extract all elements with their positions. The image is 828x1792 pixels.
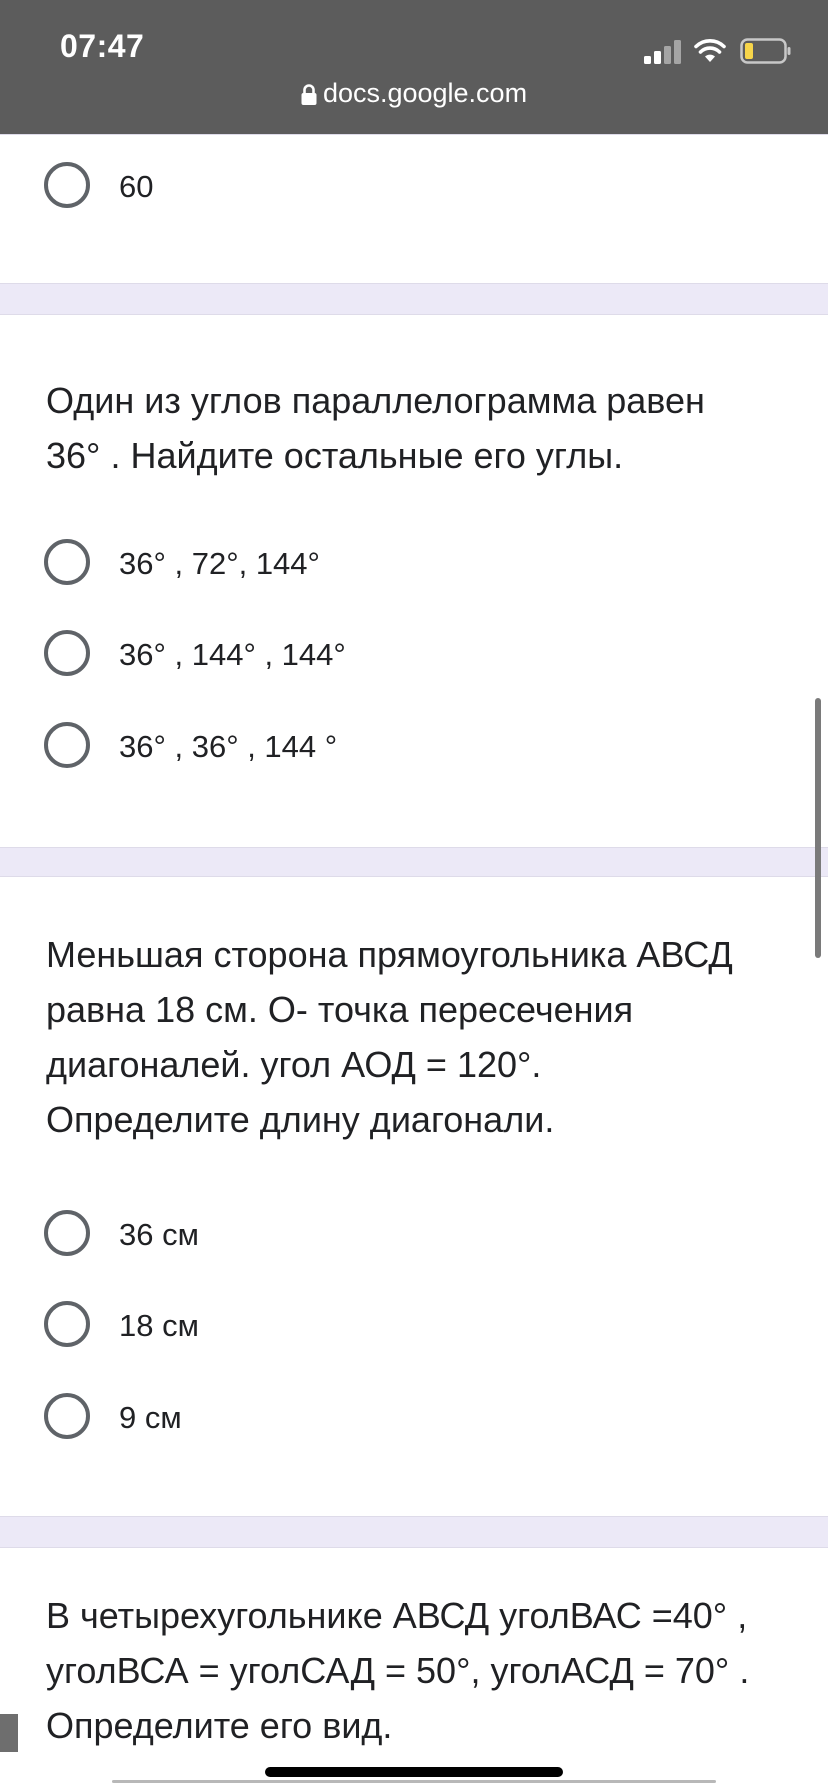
question-card-quadrilateral: В четырехугольнике АВСД уголВАС =40° , у…	[0, 1547, 828, 1792]
radio-button[interactable]	[44, 1210, 90, 1256]
radio-button[interactable]	[44, 1393, 90, 1439]
lock-icon	[301, 84, 317, 105]
option-label: 36° , 144° , 144°	[119, 637, 346, 672]
battery-icon	[740, 38, 791, 64]
question-line: уголВСА = уголСАД = 50°, уголАСД = 70° .	[46, 1650, 750, 1691]
question-card-rectangle: Меньшая сторона прямоугольника АВСД равн…	[0, 876, 828, 1517]
radio-button[interactable]	[44, 162, 90, 208]
option-60[interactable]: 60	[44, 160, 744, 210]
option-18-cm[interactable]: 18 см	[44, 1299, 744, 1349]
question-line: диагоналей. угол АОД = 120°.	[46, 1044, 542, 1085]
question-text: Один из углов параллелограмма равен 36° …	[46, 373, 776, 483]
address-bar[interactable]: docs.google.com	[0, 78, 828, 109]
option-label: 36° , 72°, 144°	[119, 546, 320, 581]
home-indicator[interactable]	[265, 1767, 563, 1777]
edge-handle[interactable]	[0, 1714, 18, 1752]
option-label: 9 см	[119, 1400, 182, 1435]
radio-button[interactable]	[44, 722, 90, 768]
cellular-signal-icon	[644, 40, 681, 64]
wifi-icon	[694, 39, 726, 62]
option-label: 18 см	[119, 1308, 199, 1343]
option-9-cm[interactable]: 9 см	[44, 1391, 744, 1441]
radio-button[interactable]	[44, 539, 90, 585]
clock: 07:47	[60, 28, 145, 64]
option-label: 36 см	[119, 1217, 199, 1252]
question-text: Меньшая сторона прямоугольника АВСД равн…	[46, 927, 776, 1147]
question-line: равна 18 см. О- точка пересечения	[46, 989, 634, 1030]
option-36-72-144[interactable]: 36° , 72°, 144°	[44, 537, 744, 587]
option-label: 60	[119, 169, 154, 204]
question-line: В четырехугольнике АВСД уголВАС =40° ,	[46, 1595, 748, 1636]
question-line: 36° . Найдите остальные его углы.	[46, 435, 624, 476]
question-line: Один из углов параллелограмма равен	[46, 380, 705, 421]
url-text: docs.google.com	[322, 78, 528, 108]
option-36-36-144[interactable]: 36° , 36° , 144 °	[44, 720, 744, 770]
scrollbar-thumb[interactable]	[815, 698, 821, 958]
question-line: Меньшая сторона прямоугольника АВСД	[46, 934, 733, 975]
question-card-parallelogram: Один из углов параллелограмма равен 36° …	[0, 314, 828, 848]
option-36-144-144[interactable]: 36° , 144° , 144°	[44, 628, 744, 678]
radio-button[interactable]	[44, 630, 90, 676]
option-label: 36° , 36° , 144 °	[119, 729, 338, 764]
question-line: Определите длину диагонали.	[46, 1099, 555, 1140]
radio-button[interactable]	[44, 1301, 90, 1347]
question-text: В четырехугольнике АВСД уголВАС =40° , у…	[46, 1588, 776, 1753]
toolbar-divider	[112, 1780, 716, 1783]
question-card-previous: 60	[0, 134, 828, 284]
status-bar: 07:47 docs.google.com	[0, 0, 828, 134]
question-line: Определите его вид.	[46, 1705, 393, 1746]
option-36-cm[interactable]: 36 см	[44, 1208, 744, 1258]
